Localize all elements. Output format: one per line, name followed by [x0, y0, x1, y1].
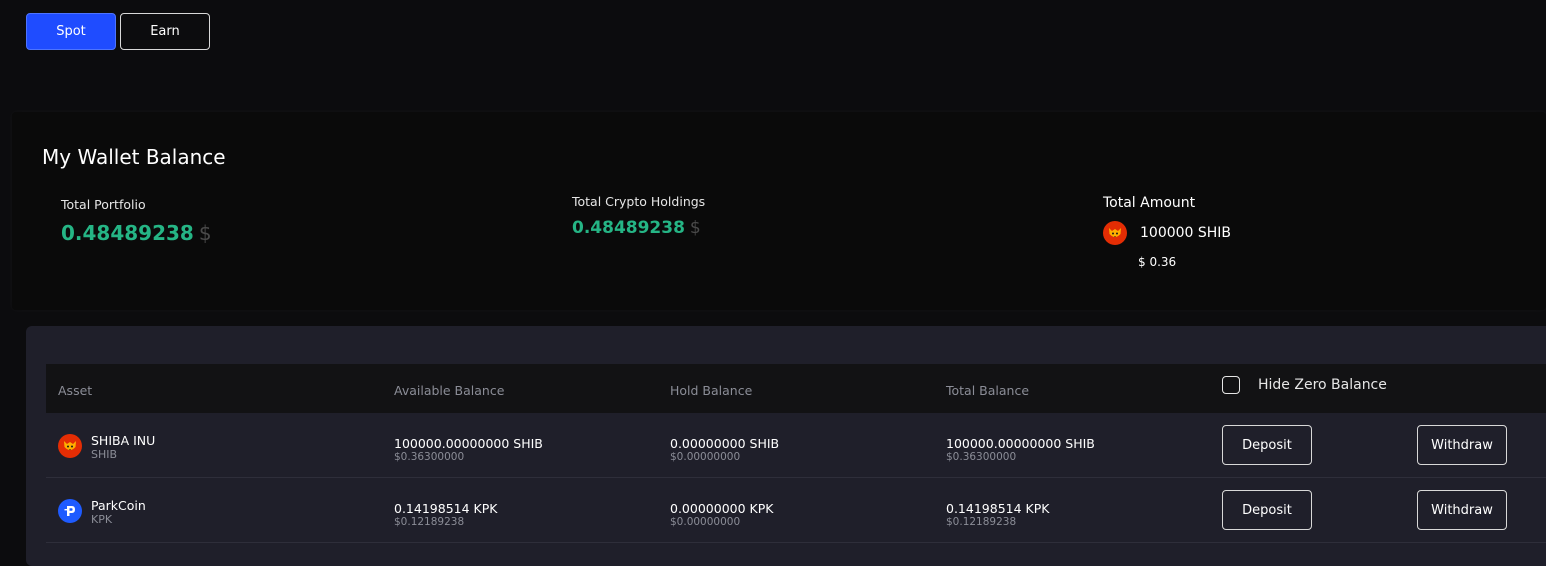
column-header-hold: Hold Balance — [670, 383, 753, 398]
available-balance-usd: $0.12189238 — [394, 516, 465, 528]
parkcoin-icon — [58, 499, 82, 523]
total-balance: 100000.00000000 SHIB — [946, 436, 1095, 451]
table-row: ParkCoin KPK 0.14198514 KPK $0.12189238 … — [46, 478, 1546, 543]
hold-balance: 0.00000000 SHIB — [670, 436, 780, 451]
hold-balance-cell: 0.00000000 KPK $0.00000000 — [670, 501, 773, 529]
wallet-balance-card: My Wallet Balance Total Portfolio 0.4848… — [12, 112, 1546, 310]
asset-symbol: SHIB — [91, 448, 118, 461]
total-portfolio-amount: 0.48489238 — [61, 221, 194, 245]
total-balance-usd: $0.12189238 — [946, 516, 1017, 528]
hide-zero-label: Hide Zero Balance — [1258, 377, 1387, 393]
assets-table-card: Asset Available Balance Hold Balance Tot… — [26, 326, 1546, 566]
deposit-button[interactable]: Deposit — [1222, 425, 1312, 465]
hold-balance-cell: 0.00000000 SHIB $0.00000000 — [670, 436, 779, 464]
hide-zero-checkbox[interactable] — [1222, 376, 1240, 394]
column-header-asset: Asset — [58, 383, 93, 398]
asset-name: SHIBA INU — [91, 433, 156, 448]
currency-symbol: $ — [198, 221, 212, 245]
available-balance: 100000.00000000 SHIB — [394, 436, 543, 451]
available-balance: 0.14198514 KPK — [394, 501, 498, 516]
hold-balance: 0.00000000 KPK — [670, 501, 774, 516]
asset-cell: ParkCoin KPK — [58, 498, 146, 527]
column-header-total: Total Balance — [946, 383, 1030, 398]
shiba-inu-icon — [1103, 221, 1127, 245]
available-balance-cell: 0.14198514 KPK $0.12189238 — [394, 501, 497, 529]
total-portfolio-label: Total Portfolio — [61, 197, 146, 212]
tab-earn[interactable]: Earn — [120, 13, 210, 50]
asset-cell: SHIBA INU SHIB — [58, 433, 155, 462]
table-header: Asset Available Balance Hold Balance Tot… — [46, 364, 1546, 413]
available-balance-cell: 100000.00000000 SHIB $0.36300000 — [394, 436, 543, 464]
asset-symbol: KPK — [91, 513, 113, 526]
total-crypto-amount: 0.48489238 — [572, 218, 685, 238]
total-portfolio-value: 0.48489238 $ — [61, 221, 212, 245]
total-amount-usd: $ 0.36 — [1138, 255, 1177, 269]
table-row: SHIBA INU SHIB 100000.00000000 SHIB $0.3… — [46, 413, 1546, 478]
wallet-tabs: Spot Earn — [26, 13, 210, 50]
withdraw-button[interactable]: Withdraw — [1417, 425, 1507, 465]
hide-zero-toggle[interactable]: Hide Zero Balance — [1222, 376, 1387, 394]
deposit-button[interactable]: Deposit — [1222, 490, 1312, 530]
asset-name: ParkCoin — [91, 498, 146, 513]
shiba-inu-icon — [58, 434, 82, 458]
tab-spot[interactable]: Spot — [26, 13, 116, 50]
wallet-title: My Wallet Balance — [42, 145, 226, 169]
withdraw-button[interactable]: Withdraw — [1417, 490, 1507, 530]
total-balance: 0.14198514 KPK — [946, 501, 1050, 516]
hold-balance-usd: $0.00000000 — [670, 516, 741, 528]
available-balance-usd: $0.36300000 — [394, 451, 465, 463]
total-crypto-label: Total Crypto Holdings — [572, 194, 706, 209]
total-balance-cell: 100000.00000000 SHIB $0.36300000 — [946, 436, 1095, 464]
hold-balance-usd: $0.00000000 — [670, 451, 741, 463]
total-amount-label: Total Amount — [1103, 195, 1196, 211]
currency-symbol: $ — [689, 218, 701, 238]
column-header-available: Available Balance — [394, 383, 505, 398]
total-amount-value: 100000 SHIB — [1140, 225, 1232, 241]
total-amount-row: 100000 SHIB — [1103, 221, 1231, 245]
total-crypto-value: 0.48489238 $ — [572, 218, 701, 238]
total-balance-usd: $0.36300000 — [946, 451, 1017, 463]
total-balance-cell: 0.14198514 KPK $0.12189238 — [946, 501, 1049, 529]
